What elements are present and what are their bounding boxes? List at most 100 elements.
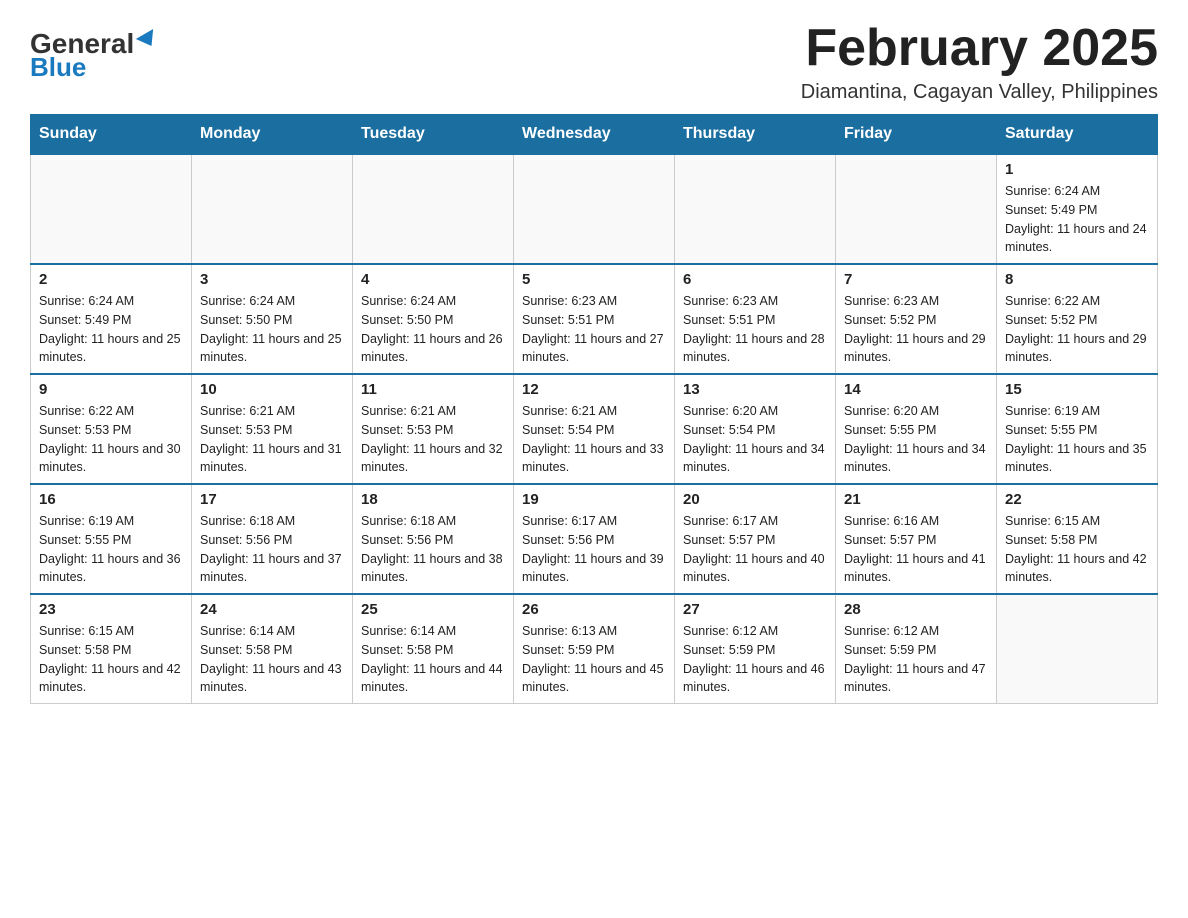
day-info: Sunrise: 6:14 AMSunset: 5:58 PMDaylight:… [200, 622, 344, 697]
day-info: Sunrise: 6:19 AMSunset: 5:55 PMDaylight:… [39, 512, 183, 587]
table-row: 11 Sunrise: 6:21 AMSunset: 5:53 PMDayligh… [353, 374, 514, 484]
day-number: 23 [39, 601, 183, 618]
day-number: 16 [39, 491, 183, 508]
table-row: 4Sunrise: 6:24 AMSunset: 5:50 PMDaylight… [353, 264, 514, 374]
day-info: Sunrise: 6:18 AMSunset: 5:56 PMDaylight:… [361, 512, 505, 587]
day-number: 20 [683, 491, 827, 508]
table-row: 12 Sunrise: 6:21 AMSunset: 5:54 PMDayligh… [514, 374, 675, 484]
day-number: 22 [1005, 491, 1149, 508]
page-header: General Blue February 2025 Diamantina, C… [30, 20, 1158, 104]
table-row: 21Sunrise: 6:16 AMSunset: 5:57 PMDayligh… [836, 484, 997, 594]
day-number: 7 [844, 271, 988, 288]
table-row: 23 Sunrise: 6:15 AMSunset: 5:58 PMDayligh… [31, 594, 192, 704]
col-tuesday: Tuesday [353, 115, 514, 155]
table-row: 3Sunrise: 6:24 AMSunset: 5:50 PMDaylight… [192, 264, 353, 374]
calendar-header-row: Sunday Monday Tuesday Wednesday Thursday… [31, 115, 1158, 155]
day-number: 28 [844, 601, 988, 618]
day-number: 13 [683, 381, 827, 398]
day-info: Sunrise: 6:24 AMSunset: 5:50 PMDaylight:… [200, 292, 344, 367]
table-row [997, 594, 1158, 704]
day-number: 15 [1005, 381, 1149, 398]
col-sunday: Sunday [31, 115, 192, 155]
day-info: Sunrise: 6:23 AMSunset: 5:51 PMDaylight:… [522, 292, 666, 367]
day-number: 14 [844, 381, 988, 398]
table-row: 13 Sunrise: 6:20 AMSunset: 5:54 PMDayligh… [675, 374, 836, 484]
table-row: 28 Sunrise: 6:12 AMSunset: 5:59 PMDayligh… [836, 594, 997, 704]
col-thursday: Thursday [675, 115, 836, 155]
table-row: 5 Sunrise: 6:23 AMSunset: 5:51 PMDaylight… [514, 264, 675, 374]
day-info: Sunrise: 6:19 AMSunset: 5:55 PMDaylight:… [1005, 402, 1149, 477]
table-row [31, 154, 192, 264]
day-info: Sunrise: 6:12 AMSunset: 5:59 PMDaylight:… [844, 622, 988, 697]
calendar-week-row: 2 Sunrise: 6:24 AMSunset: 5:49 PMDaylight… [31, 264, 1158, 374]
day-info: Sunrise: 6:21 AMSunset: 5:53 PMDaylight:… [200, 402, 344, 477]
table-row: 14 Sunrise: 6:20 AMSunset: 5:55 PMDayligh… [836, 374, 997, 484]
calendar-week-row: 23 Sunrise: 6:15 AMSunset: 5:58 PMDayligh… [31, 594, 1158, 704]
table-row: 9 Sunrise: 6:22 AMSunset: 5:53 PMDaylight… [31, 374, 192, 484]
day-number: 8 [1005, 271, 1149, 288]
day-info: Sunrise: 6:12 AMSunset: 5:59 PMDaylight:… [683, 622, 827, 697]
day-info: Sunrise: 6:21 AMSunset: 5:54 PMDaylight:… [522, 402, 666, 477]
day-number: 21 [844, 491, 988, 508]
table-row: 27 Sunrise: 6:12 AMSunset: 5:59 PMDayligh… [675, 594, 836, 704]
calendar-week-row: 1Sunrise: 6:24 AMSunset: 5:49 PMDaylight… [31, 154, 1158, 264]
table-row [192, 154, 353, 264]
table-row: 17 Sunrise: 6:18 AMSunset: 5:56 PMDayligh… [192, 484, 353, 594]
title-section: February 2025 Diamantina, Cagayan Valley… [801, 20, 1158, 104]
logo-triangle-icon [136, 29, 160, 51]
day-number: 19 [522, 491, 666, 508]
day-number: 11 [361, 381, 505, 398]
calendar-table: Sunday Monday Tuesday Wednesday Thursday… [30, 114, 1158, 704]
day-info: Sunrise: 6:20 AMSunset: 5:54 PMDaylight:… [683, 402, 827, 477]
logo-blue: Blue [30, 54, 86, 80]
day-info: Sunrise: 6:22 AMSunset: 5:53 PMDaylight:… [39, 402, 183, 477]
day-info: Sunrise: 6:23 AMSunset: 5:52 PMDaylight:… [844, 292, 988, 367]
table-row: 16 Sunrise: 6:19 AMSunset: 5:55 PMDayligh… [31, 484, 192, 594]
day-number: 17 [200, 491, 344, 508]
day-info: Sunrise: 6:24 AMSunset: 5:50 PMDaylight:… [361, 292, 505, 367]
month-title: February 2025 [801, 20, 1158, 77]
table-row [675, 154, 836, 264]
table-row [353, 154, 514, 264]
day-number: 5 [522, 271, 666, 288]
day-info: Sunrise: 6:15 AMSunset: 5:58 PMDaylight:… [39, 622, 183, 697]
day-number: 25 [361, 601, 505, 618]
table-row: 8 Sunrise: 6:22 AMSunset: 5:52 PMDaylight… [997, 264, 1158, 374]
table-row: 15 Sunrise: 6:19 AMSunset: 5:55 PMDayligh… [997, 374, 1158, 484]
table-row: 18 Sunrise: 6:18 AMSunset: 5:56 PMDayligh… [353, 484, 514, 594]
day-number: 9 [39, 381, 183, 398]
table-row: 25 Sunrise: 6:14 AMSunset: 5:58 PMDayligh… [353, 594, 514, 704]
day-info: Sunrise: 6:23 AMSunset: 5:51 PMDaylight:… [683, 292, 827, 367]
table-row: 19Sunrise: 6:17 AMSunset: 5:56 PMDayligh… [514, 484, 675, 594]
day-number: 26 [522, 601, 666, 618]
day-number: 2 [39, 271, 183, 288]
table-row: 24Sunrise: 6:14 AMSunset: 5:58 PMDayligh… [192, 594, 353, 704]
day-info: Sunrise: 6:20 AMSunset: 5:55 PMDaylight:… [844, 402, 988, 477]
day-number: 18 [361, 491, 505, 508]
col-monday: Monday [192, 115, 353, 155]
table-row: 2 Sunrise: 6:24 AMSunset: 5:49 PMDaylight… [31, 264, 192, 374]
table-row: 7 Sunrise: 6:23 AMSunset: 5:52 PMDaylight… [836, 264, 997, 374]
day-number: 27 [683, 601, 827, 618]
day-info: Sunrise: 6:17 AMSunset: 5:57 PMDaylight:… [683, 512, 827, 587]
day-info: Sunrise: 6:21 AMSunset: 5:53 PMDaylight:… [361, 402, 505, 477]
day-info: Sunrise: 6:18 AMSunset: 5:56 PMDaylight:… [200, 512, 344, 587]
table-row: 20 Sunrise: 6:17 AMSunset: 5:57 PMDayligh… [675, 484, 836, 594]
day-info: Sunrise: 6:13 AMSunset: 5:59 PMDaylight:… [522, 622, 666, 697]
day-number: 1 [1005, 161, 1149, 178]
table-row: 1Sunrise: 6:24 AMSunset: 5:49 PMDaylight… [997, 154, 1158, 264]
day-number: 10 [200, 381, 344, 398]
table-row [836, 154, 997, 264]
logo: General Blue [30, 30, 158, 80]
day-number: 12 [522, 381, 666, 398]
day-info: Sunrise: 6:24 AMSunset: 5:49 PMDaylight:… [39, 292, 183, 367]
table-row: 26 Sunrise: 6:13 AMSunset: 5:59 PMDayligh… [514, 594, 675, 704]
table-row [514, 154, 675, 264]
table-row: 22Sunrise: 6:15 AMSunset: 5:58 PMDayligh… [997, 484, 1158, 594]
day-number: 6 [683, 271, 827, 288]
location: Diamantina, Cagayan Valley, Philippines [801, 81, 1158, 104]
table-row: 6 Sunrise: 6:23 AMSunset: 5:51 PMDaylight… [675, 264, 836, 374]
col-wednesday: Wednesday [514, 115, 675, 155]
day-info: Sunrise: 6:22 AMSunset: 5:52 PMDaylight:… [1005, 292, 1149, 367]
day-info: Sunrise: 6:14 AMSunset: 5:58 PMDaylight:… [361, 622, 505, 697]
